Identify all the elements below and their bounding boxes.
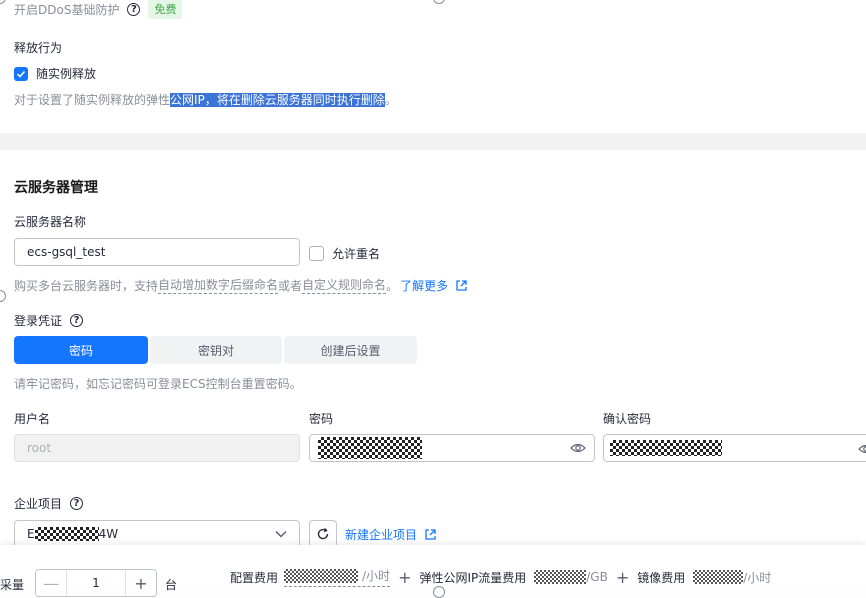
confirm-password-label: 确认密码 — [603, 412, 652, 426]
allow-duplicate-label: 允许重名 — [332, 247, 381, 261]
release-title: 释放行为 — [14, 41, 63, 55]
redacted-eip-fee — [534, 570, 587, 584]
config-fee-value[interactable]: /小时 — [284, 567, 391, 587]
new-enterprise-link[interactable]: 新建企业项目 — [345, 526, 417, 543]
radio-fragment — [0, 290, 6, 302]
plus-sign: + — [615, 567, 630, 587]
quantity-value[interactable]: 1 — [66, 570, 126, 596]
learn-more-link[interactable]: 了解更多 — [400, 277, 448, 294]
custom-rule-link[interactable]: 自定义规则命名 — [302, 276, 387, 294]
eye-icon[interactable] — [570, 442, 586, 454]
refresh-button[interactable] — [309, 520, 337, 548]
config-fee-unit: /小时 — [362, 569, 391, 583]
external-link-icon[interactable] — [424, 528, 437, 541]
release-checkbox-label: 随实例释放 — [36, 67, 97, 81]
password-input[interactable] — [309, 434, 595, 462]
image-fee-label: 镜像费用 — [637, 570, 686, 585]
radio-fragment — [433, 0, 445, 4]
name-hint-1: 购买多台云服务器时，支持 — [14, 278, 159, 293]
new-enterprise-link-row[interactable]: 新建企业项目 — [345, 526, 437, 543]
enterprise-title: 企业项目 — [14, 497, 63, 511]
redacted-image-fee — [693, 570, 744, 584]
username-value: root — [27, 441, 52, 455]
allow-duplicate-row[interactable]: 允许重名 — [309, 245, 380, 262]
ddos-label: 开启DDoS基础防护 — [14, 2, 120, 17]
minus-button[interactable]: — — [36, 574, 66, 593]
radio-fragment — [433, 586, 445, 598]
login-title-row: 登录凭证 ? — [14, 312, 84, 329]
allow-duplicate-checkbox[interactable] — [309, 246, 324, 261]
free-badge: 免费 — [148, 0, 183, 19]
release-hint-highlight: 公网IP，将在删除云服务器同时执行删除 — [170, 93, 385, 107]
server-name-hint: 购买多台云服务器时，支持 自动增加数字后缀命名 或者 自定义规则命名。 了解更多 — [14, 276, 468, 294]
external-link-icon[interactable] — [455, 279, 468, 292]
eip-fee-unit: /GB — [586, 570, 608, 584]
chevron-down-icon — [275, 531, 287, 538]
image-fee-unit: /小时 — [743, 570, 772, 585]
ddos-row: 开启DDoS基础防护 ? 免费 — [14, 0, 183, 19]
server-name-label: 云服务器名称 — [14, 215, 87, 229]
username-label: 用户名 — [14, 412, 51, 426]
release-checkbox-row[interactable]: 随实例释放 — [14, 65, 96, 82]
login-title: 登录凭证 — [14, 314, 63, 328]
redacted-password — [318, 437, 422, 459]
name-hint-3: 。 — [386, 278, 399, 293]
fee-summary: 配置费用 /小时 + 弹性公网IP流量费用 /GB + 镜像费用 /小时 — [230, 567, 771, 587]
help-icon[interactable]: ? — [127, 2, 141, 16]
auto-suffix-link[interactable]: 自动增加数字后缀命名 — [158, 276, 279, 294]
password-hint: 请牢记密码，如忘记密码可登录ECS控制台重置密码。 — [14, 377, 302, 391]
enterprise-select[interactable]: E 4W — [14, 520, 300, 548]
tab-keypair[interactable]: 密钥对 — [150, 336, 282, 364]
quantity-label: 采量 — [0, 578, 25, 592]
release-hint: 对于设置了随实例释放的弹性公网IP，将在删除云服务器同时执行删除。 — [14, 91, 397, 108]
help-icon[interactable]: ? — [70, 497, 84, 510]
refresh-icon — [317, 528, 329, 540]
quantity-stepper[interactable]: — 1 + — [35, 569, 157, 597]
eip-fee-label: 弹性公网IP流量费用 — [419, 570, 527, 585]
release-hint-suffix: 。 — [384, 93, 397, 107]
username-input[interactable]: root — [14, 434, 300, 462]
confirm-password-input[interactable] — [603, 434, 866, 462]
release-hint-prefix: 对于设置了随实例释放的弹性 — [14, 93, 171, 107]
plus-sign: + — [398, 567, 412, 587]
plus-button[interactable]: + — [126, 574, 156, 593]
section-title: 云服务器管理 — [14, 180, 98, 196]
enterprise-selected-value: E 4W — [27, 527, 118, 541]
redacted-confirm-password — [610, 440, 722, 456]
name-hint-2: 或者 — [278, 278, 303, 293]
help-icon[interactable]: ? — [70, 314, 84, 327]
release-checkbox[interactable] — [14, 66, 28, 81]
redacted-enterprise-name — [34, 527, 99, 541]
tab-password[interactable]: 密码 — [14, 336, 148, 364]
server-name-input[interactable]: ecs-gsql_test — [14, 238, 300, 266]
config-fee-label: 配置费用 — [230, 570, 279, 585]
server-name-value: ecs-gsql_test — [27, 245, 106, 259]
enterprise-value-prefix: E — [27, 527, 35, 541]
enterprise-title-row: 企业项目 ? — [14, 495, 84, 512]
tab-set-later[interactable]: 创建后设置 — [284, 336, 417, 364]
eye-icon[interactable] — [858, 443, 866, 455]
quantity-unit: 台 — [165, 578, 178, 592]
section-divider — [0, 133, 866, 150]
radio-fragment — [0, 0, 6, 4]
enterprise-value-suffix: 4W — [98, 527, 119, 541]
check-icon — [16, 70, 26, 78]
password-label: 密码 — [309, 412, 334, 426]
redacted-config-fee — [284, 568, 359, 583]
